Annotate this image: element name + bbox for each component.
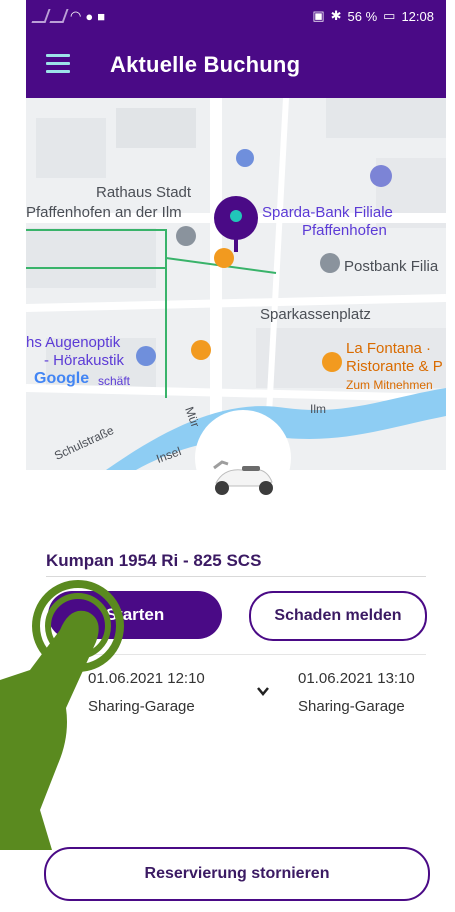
bluetooth-icon: ✱ [330,8,342,23]
status-notification-icon: ● [85,8,94,24]
map-label-sparda: Sparda-Bank Filiale [262,204,393,221]
app-screen: ◠ ● ■ ▣ ✱ 56 % ▭ 12:08 Aktuelle Buchung [26,0,446,912]
signal-icon-2 [49,9,69,23]
cancel-reservation-button[interactable]: Reservierung stornieren [44,847,430,901]
status-bar: ◠ ● ■ ▣ ✱ 56 % ▭ 12:08 [26,0,446,32]
menu-icon[interactable] [46,54,70,74]
report-damage-button[interactable]: Schaden melden [249,591,427,641]
start-button[interactable]: Starten [48,591,222,639]
map-label-augenoptik-2: - Hörakustik [44,352,125,369]
scooter-image [204,450,284,502]
status-icons-right: ▣ ✱ 56 % ▭ 12:08 [312,8,434,24]
end-location: Sharing-Garage [298,698,405,715]
clock: 12:08 [401,8,434,24]
map-view[interactable]: Rathaus Stadt Pfaffenhofen an der Ilm Sp… [26,98,446,470]
start-datetime: 01.06.2021 12:10 [88,670,205,687]
battery-percent: 56 % [347,8,378,24]
battery-icon: ▭ [383,8,396,23]
start-location: Sharing-Garage [88,698,195,715]
map-label-fontana: La Fontana · [346,340,432,357]
nfc-icon: ▣ [312,8,325,23]
map-label-fontana-2: Ristorante & P [346,358,443,375]
map-label-schaeft: schäft [98,374,131,388]
vehicle-name: Kumpan 1954 Ri - 825 SCS [46,551,262,570]
map-label-augenoptik: hs Augenoptik [26,334,121,351]
map-label-postbank: Postbank Filia [344,258,439,275]
map-label-sparda-2: Pfaffenhofen [302,222,387,239]
map-label-rathaus-2: Pfaffenhofen an der Ilm [26,204,182,221]
map-label-sparkassenplatz: Sparkassenplatz [260,306,371,323]
map-label-ilm: Ilm [310,402,326,416]
google-logo: Google [34,370,89,388]
end-datetime: 01.06.2021 13:10 [298,670,415,687]
map-canvas [26,98,446,470]
app-bar: Aktuelle Buchung [26,32,446,98]
save-notification-icon: ■ [97,8,106,24]
divider-2 [46,654,426,655]
map-label-fontana-3: Zum Mitnehmen [346,378,433,392]
google-logo-text: Google [34,370,90,387]
wifi-icon: ◠ [70,8,82,23]
map-label-rathaus: Rathaus Stadt [96,184,192,201]
divider [46,576,426,577]
chevron-down-icon[interactable] [256,684,270,698]
page-title: Aktuelle Buchung [110,52,301,77]
status-icons-left: ◠ ● ■ [31,8,106,24]
signal-icon [31,9,51,23]
